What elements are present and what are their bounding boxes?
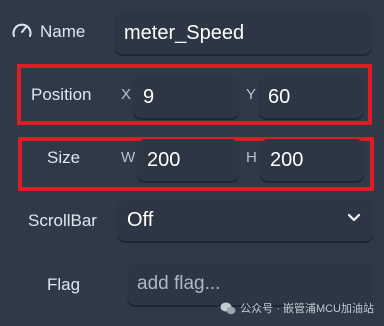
size-h-input[interactable]: 200 xyxy=(260,139,364,181)
position-x-input[interactable]: 9 xyxy=(133,76,239,118)
wechat-icon xyxy=(220,302,236,314)
w-axis-label: W xyxy=(121,149,136,166)
flag-input[interactable]: add flag... xyxy=(127,263,373,305)
y-axis-label: Y xyxy=(246,86,257,103)
x-axis-label: X xyxy=(121,86,132,103)
name-input[interactable]: meter_Speed xyxy=(114,12,372,54)
position-y-input[interactable]: 60 xyxy=(258,76,364,118)
chevron-down-icon xyxy=(347,213,361,222)
size-label: Size xyxy=(47,148,81,167)
h-axis-label: H xyxy=(246,149,257,166)
scrollbar-select[interactable]: Off xyxy=(117,199,373,241)
flag-label: Flag xyxy=(47,275,81,294)
scrollbar-label: ScrollBar xyxy=(28,211,97,230)
speedometer-icon xyxy=(12,23,32,37)
size-w-input[interactable]: 200 xyxy=(137,139,239,181)
name-label: Name xyxy=(40,22,86,41)
watermark-text: 公众号 · 嵌管浦MCU加油站 xyxy=(240,303,374,315)
properties-panel: Name meter_Speed Position X 9 Y 60 Size … xyxy=(0,0,384,326)
position-label: Position xyxy=(31,85,92,104)
scrollbar-value: Off xyxy=(127,208,154,231)
watermark: 公众号 · 嵌管浦MCU加油站 xyxy=(220,300,374,316)
